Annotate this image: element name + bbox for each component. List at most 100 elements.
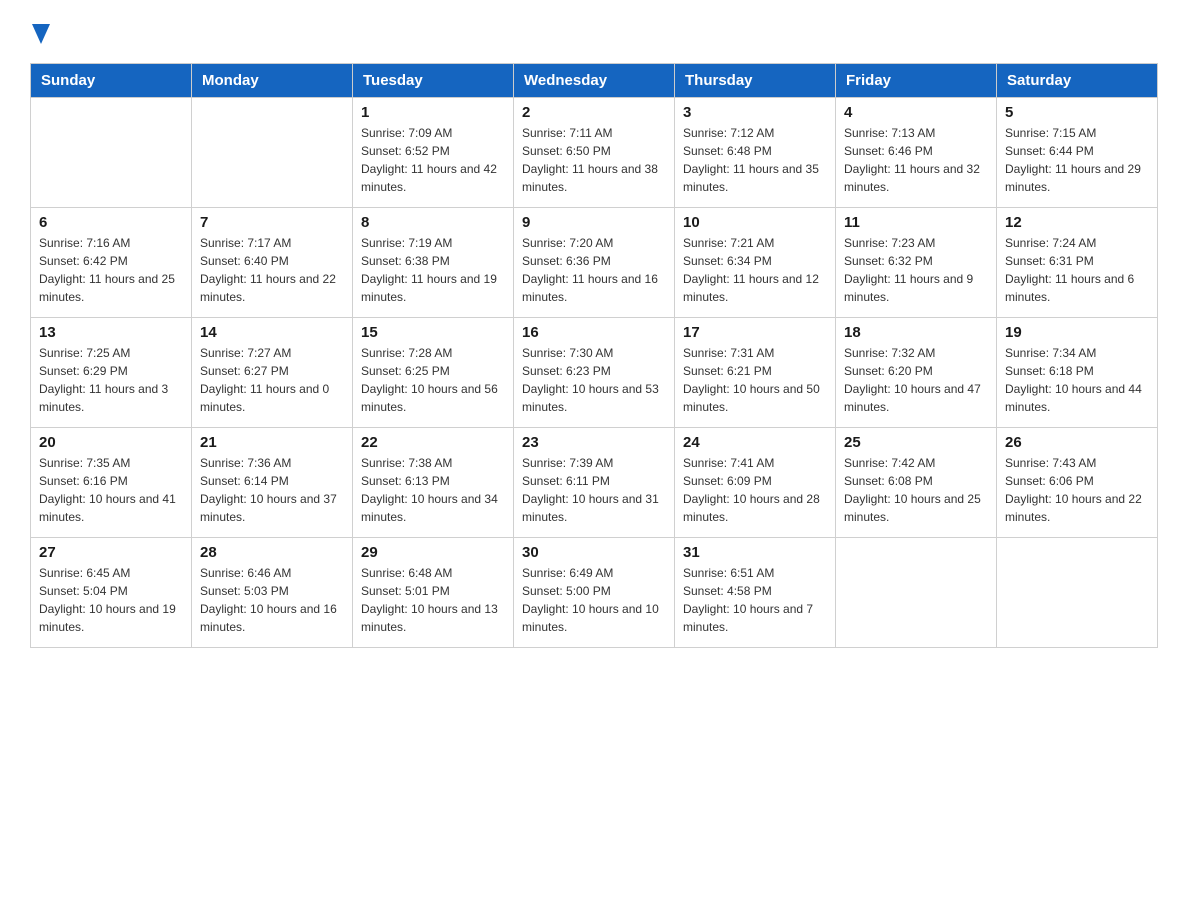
day-info: Sunrise: 7:31 AMSunset: 6:21 PMDaylight:… bbox=[683, 344, 827, 416]
calendar-cell: 25 Sunrise: 7:42 AMSunset: 6:08 PMDayligh… bbox=[836, 428, 997, 538]
day-info: Sunrise: 6:48 AMSunset: 5:01 PMDaylight:… bbox=[361, 564, 505, 636]
weekday-header-friday: Friday bbox=[836, 64, 997, 98]
calendar-cell: 22 Sunrise: 7:38 AMSunset: 6:13 PMDayligh… bbox=[353, 428, 514, 538]
calendar-cell: 8 Sunrise: 7:19 AMSunset: 6:38 PMDaylight… bbox=[353, 208, 514, 318]
day-number: 13 bbox=[39, 324, 183, 341]
day-number: 4 bbox=[844, 104, 988, 121]
week-row-5: 27 Sunrise: 6:45 AMSunset: 5:04 PMDayligh… bbox=[31, 538, 1158, 648]
day-info: Sunrise: 7:27 AMSunset: 6:27 PMDaylight:… bbox=[200, 344, 344, 416]
calendar-cell: 2Sunrise: 7:11 AMSunset: 6:50 PMDaylight… bbox=[514, 98, 675, 208]
weekday-header-row: SundayMondayTuesdayWednesdayThursdayFrid… bbox=[31, 64, 1158, 98]
day-info: Sunrise: 7:19 AMSunset: 6:38 PMDaylight:… bbox=[361, 234, 505, 306]
day-number: 19 bbox=[1005, 324, 1149, 341]
day-number: 22 bbox=[361, 434, 505, 451]
day-info: Sunrise: 7:32 AMSunset: 6:20 PMDaylight:… bbox=[844, 344, 988, 416]
day-number: 28 bbox=[200, 544, 344, 561]
day-number: 25 bbox=[844, 434, 988, 451]
calendar-table: SundayMondayTuesdayWednesdayThursdayFrid… bbox=[30, 63, 1158, 648]
calendar-cell: 29 Sunrise: 6:48 AMSunset: 5:01 PMDayligh… bbox=[353, 538, 514, 648]
day-number: 3 bbox=[683, 104, 827, 121]
calendar-cell: 15 Sunrise: 7:28 AMSunset: 6:25 PMDayligh… bbox=[353, 318, 514, 428]
calendar-cell: 27 Sunrise: 6:45 AMSunset: 5:04 PMDayligh… bbox=[31, 538, 192, 648]
weekday-header-tuesday: Tuesday bbox=[353, 64, 514, 98]
calendar-cell bbox=[997, 538, 1158, 648]
day-number: 23 bbox=[522, 434, 666, 451]
day-info: Sunrise: 7:13 AMSunset: 6:46 PMDaylight:… bbox=[844, 124, 988, 196]
calendar-cell: 11Sunrise: 7:23 AMSunset: 6:32 PMDayligh… bbox=[836, 208, 997, 318]
day-info: Sunrise: 7:21 AMSunset: 6:34 PMDaylight:… bbox=[683, 234, 827, 306]
weekday-header-thursday: Thursday bbox=[675, 64, 836, 98]
header bbox=[30, 24, 1158, 53]
weekday-header-monday: Monday bbox=[192, 64, 353, 98]
calendar-cell: 14 Sunrise: 7:27 AMSunset: 6:27 PMDayligh… bbox=[192, 318, 353, 428]
calendar-cell: 9 Sunrise: 7:20 AMSunset: 6:36 PMDaylight… bbox=[514, 208, 675, 318]
day-number: 30 bbox=[522, 544, 666, 561]
day-number: 24 bbox=[683, 434, 827, 451]
day-info: Sunrise: 6:45 AMSunset: 5:04 PMDaylight:… bbox=[39, 564, 183, 636]
calendar-cell: 6 Sunrise: 7:16 AMSunset: 6:42 PMDaylight… bbox=[31, 208, 192, 318]
calendar-cell: 28 Sunrise: 6:46 AMSunset: 5:03 PMDayligh… bbox=[192, 538, 353, 648]
day-info: Sunrise: 7:24 AMSunset: 6:31 PMDaylight:… bbox=[1005, 234, 1149, 306]
week-row-1: 1Sunrise: 7:09 AMSunset: 6:52 PMDaylight… bbox=[31, 98, 1158, 208]
calendar-cell bbox=[31, 98, 192, 208]
day-number: 27 bbox=[39, 544, 183, 561]
calendar-cell: 16 Sunrise: 7:30 AMSunset: 6:23 PMDayligh… bbox=[514, 318, 675, 428]
day-info: Sunrise: 7:15 AMSunset: 6:44 PMDaylight:… bbox=[1005, 124, 1149, 196]
day-info: Sunrise: 7:39 AMSunset: 6:11 PMDaylight:… bbox=[522, 454, 666, 526]
day-info: Sunrise: 7:41 AMSunset: 6:09 PMDaylight:… bbox=[683, 454, 827, 526]
day-info: Sunrise: 6:51 AMSunset: 4:58 PMDaylight:… bbox=[683, 564, 827, 636]
weekday-header-sunday: Sunday bbox=[31, 64, 192, 98]
day-info: Sunrise: 7:30 AMSunset: 6:23 PMDaylight:… bbox=[522, 344, 666, 416]
logo-arrow-icon bbox=[32, 24, 50, 49]
day-number: 26 bbox=[1005, 434, 1149, 451]
calendar-cell: 24 Sunrise: 7:41 AMSunset: 6:09 PMDayligh… bbox=[675, 428, 836, 538]
weekday-header-saturday: Saturday bbox=[997, 64, 1158, 98]
calendar-cell: 23 Sunrise: 7:39 AMSunset: 6:11 PMDayligh… bbox=[514, 428, 675, 538]
day-number: 15 bbox=[361, 324, 505, 341]
calendar-cell: 30Sunrise: 6:49 AMSunset: 5:00 PMDayligh… bbox=[514, 538, 675, 648]
day-info: Sunrise: 7:34 AMSunset: 6:18 PMDaylight:… bbox=[1005, 344, 1149, 416]
day-info: Sunrise: 7:43 AMSunset: 6:06 PMDaylight:… bbox=[1005, 454, 1149, 526]
day-number: 10 bbox=[683, 214, 827, 231]
logo bbox=[30, 24, 50, 53]
calendar-cell: 10 Sunrise: 7:21 AMSunset: 6:34 PMDayligh… bbox=[675, 208, 836, 318]
calendar-cell: 7 Sunrise: 7:17 AMSunset: 6:40 PMDaylight… bbox=[192, 208, 353, 318]
calendar-cell: 20Sunrise: 7:35 AMSunset: 6:16 PMDayligh… bbox=[31, 428, 192, 538]
day-number: 6 bbox=[39, 214, 183, 231]
calendar-cell: 12 Sunrise: 7:24 AMSunset: 6:31 PMDayligh… bbox=[997, 208, 1158, 318]
day-info: Sunrise: 7:25 AMSunset: 6:29 PMDaylight:… bbox=[39, 344, 183, 416]
calendar-cell: 21Sunrise: 7:36 AMSunset: 6:14 PMDayligh… bbox=[192, 428, 353, 538]
day-info: Sunrise: 7:42 AMSunset: 6:08 PMDaylight:… bbox=[844, 454, 988, 526]
day-number: 14 bbox=[200, 324, 344, 341]
day-number: 7 bbox=[200, 214, 344, 231]
day-info: Sunrise: 7:35 AMSunset: 6:16 PMDaylight:… bbox=[39, 454, 183, 526]
day-number: 17 bbox=[683, 324, 827, 341]
day-number: 29 bbox=[361, 544, 505, 561]
day-info: Sunrise: 7:20 AMSunset: 6:36 PMDaylight:… bbox=[522, 234, 666, 306]
day-info: Sunrise: 6:46 AMSunset: 5:03 PMDaylight:… bbox=[200, 564, 344, 636]
calendar-cell: 5 Sunrise: 7:15 AMSunset: 6:44 PMDaylight… bbox=[997, 98, 1158, 208]
day-number: 12 bbox=[1005, 214, 1149, 231]
calendar-cell: 3 Sunrise: 7:12 AMSunset: 6:48 PMDaylight… bbox=[675, 98, 836, 208]
day-info: Sunrise: 7:28 AMSunset: 6:25 PMDaylight:… bbox=[361, 344, 505, 416]
day-number: 5 bbox=[1005, 104, 1149, 121]
day-number: 18 bbox=[844, 324, 988, 341]
weekday-header-wednesday: Wednesday bbox=[514, 64, 675, 98]
day-number: 16 bbox=[522, 324, 666, 341]
day-number: 9 bbox=[522, 214, 666, 231]
day-number: 21 bbox=[200, 434, 344, 451]
day-info: Sunrise: 7:38 AMSunset: 6:13 PMDaylight:… bbox=[361, 454, 505, 526]
day-info: Sunrise: 7:16 AMSunset: 6:42 PMDaylight:… bbox=[39, 234, 183, 306]
day-info: Sunrise: 7:12 AMSunset: 6:48 PMDaylight:… bbox=[683, 124, 827, 196]
calendar-cell: 1Sunrise: 7:09 AMSunset: 6:52 PMDaylight… bbox=[353, 98, 514, 208]
day-number: 8 bbox=[361, 214, 505, 231]
calendar-cell: 19 Sunrise: 7:34 AMSunset: 6:18 PMDayligh… bbox=[997, 318, 1158, 428]
week-row-3: 13 Sunrise: 7:25 AMSunset: 6:29 PMDayligh… bbox=[31, 318, 1158, 428]
day-info: Sunrise: 7:17 AMSunset: 6:40 PMDaylight:… bbox=[200, 234, 344, 306]
calendar-cell: 31Sunrise: 6:51 AMSunset: 4:58 PMDayligh… bbox=[675, 538, 836, 648]
logo-first-line bbox=[30, 24, 50, 53]
day-info: Sunrise: 7:11 AMSunset: 6:50 PMDaylight:… bbox=[522, 124, 666, 196]
day-info: Sunrise: 7:23 AMSunset: 6:32 PMDaylight:… bbox=[844, 234, 988, 306]
week-row-4: 20Sunrise: 7:35 AMSunset: 6:16 PMDayligh… bbox=[31, 428, 1158, 538]
day-number: 1 bbox=[361, 104, 505, 121]
